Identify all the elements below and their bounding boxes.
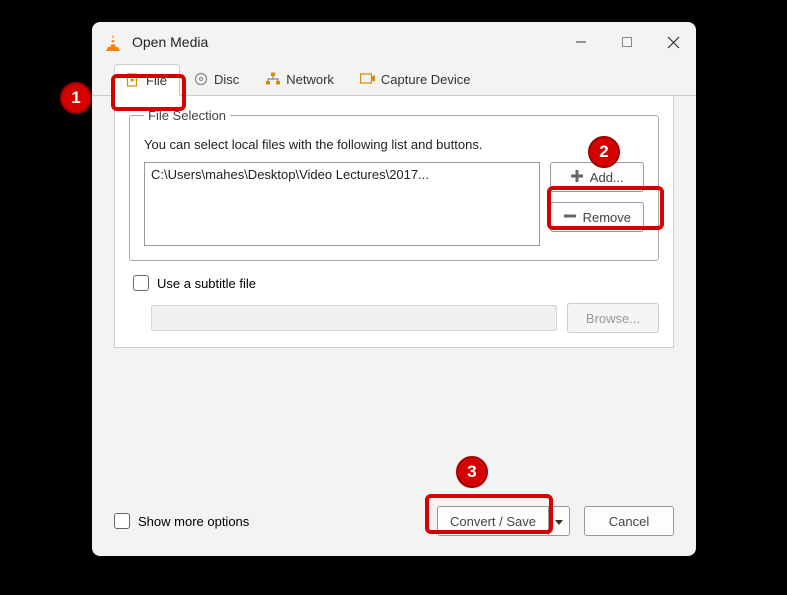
remove-button[interactable]: Remove	[550, 202, 644, 232]
close-button[interactable]	[650, 22, 696, 62]
plus-icon	[570, 169, 584, 186]
bottom-bar: Show more options Convert / Save Cancel	[92, 506, 696, 556]
file-list[interactable]: C:\Users\mahes\Desktop\Video Lectures\20…	[144, 162, 540, 246]
subtitle-checkbox-label: Use a subtitle file	[157, 276, 256, 291]
cancel-button[interactable]: Cancel	[584, 506, 674, 536]
tab-bar: File Disc Network	[92, 62, 696, 96]
minus-icon	[563, 209, 577, 226]
tab-file[interactable]: File	[114, 64, 180, 96]
convert-save-split-button: Convert / Save	[437, 506, 570, 536]
tab-file-label: File	[146, 73, 167, 88]
network-icon	[265, 71, 281, 87]
disc-icon	[193, 71, 209, 87]
tab-capture-label: Capture Device	[381, 72, 471, 87]
tab-capture[interactable]: Capture Device	[349, 63, 484, 95]
maximize-button[interactable]	[604, 22, 650, 62]
subtitle-path-input	[151, 305, 557, 331]
minimize-button[interactable]	[558, 22, 604, 62]
remove-button-label: Remove	[583, 210, 631, 225]
chevron-down-icon	[555, 514, 563, 529]
convert-save-label: Convert / Save	[450, 514, 536, 529]
browse-button: Browse...	[567, 303, 659, 333]
capture-icon	[360, 71, 376, 87]
annotation-number-1: 1	[60, 82, 92, 114]
subtitle-checkbox-row[interactable]: Use a subtitle file	[133, 275, 659, 291]
browse-button-label: Browse...	[586, 311, 640, 326]
add-button-label: Add...	[590, 170, 624, 185]
file-list-item: C:\Users\mahes\Desktop\Video Lectures\20…	[151, 167, 429, 182]
file-icon	[125, 72, 141, 88]
file-selection-help: You can select local files with the foll…	[144, 137, 644, 152]
show-more-label: Show more options	[138, 514, 249, 529]
window-title: Open Media	[132, 34, 208, 50]
subtitle-checkbox[interactable]	[133, 275, 149, 291]
show-more-checkbox[interactable]	[114, 513, 130, 529]
file-selection-legend: File Selection	[144, 108, 230, 123]
tab-disc-label: Disc	[214, 72, 239, 87]
annotation-number-2: 2	[588, 136, 620, 168]
tab-network[interactable]: Network	[254, 63, 347, 95]
cancel-label: Cancel	[609, 514, 649, 529]
convert-save-button[interactable]: Convert / Save	[437, 506, 548, 536]
annotation-number-3: 3	[456, 456, 488, 488]
tab-network-label: Network	[286, 72, 334, 87]
vlc-cone-icon	[104, 32, 122, 52]
tab-disc[interactable]: Disc	[182, 63, 252, 95]
tab-content: File Selection You can select local file…	[114, 96, 674, 348]
convert-save-dropdown[interactable]	[548, 506, 570, 536]
file-selection-group: File Selection You can select local file…	[129, 108, 659, 261]
open-media-window: Open Media File	[92, 22, 696, 556]
titlebar: Open Media	[92, 22, 696, 62]
